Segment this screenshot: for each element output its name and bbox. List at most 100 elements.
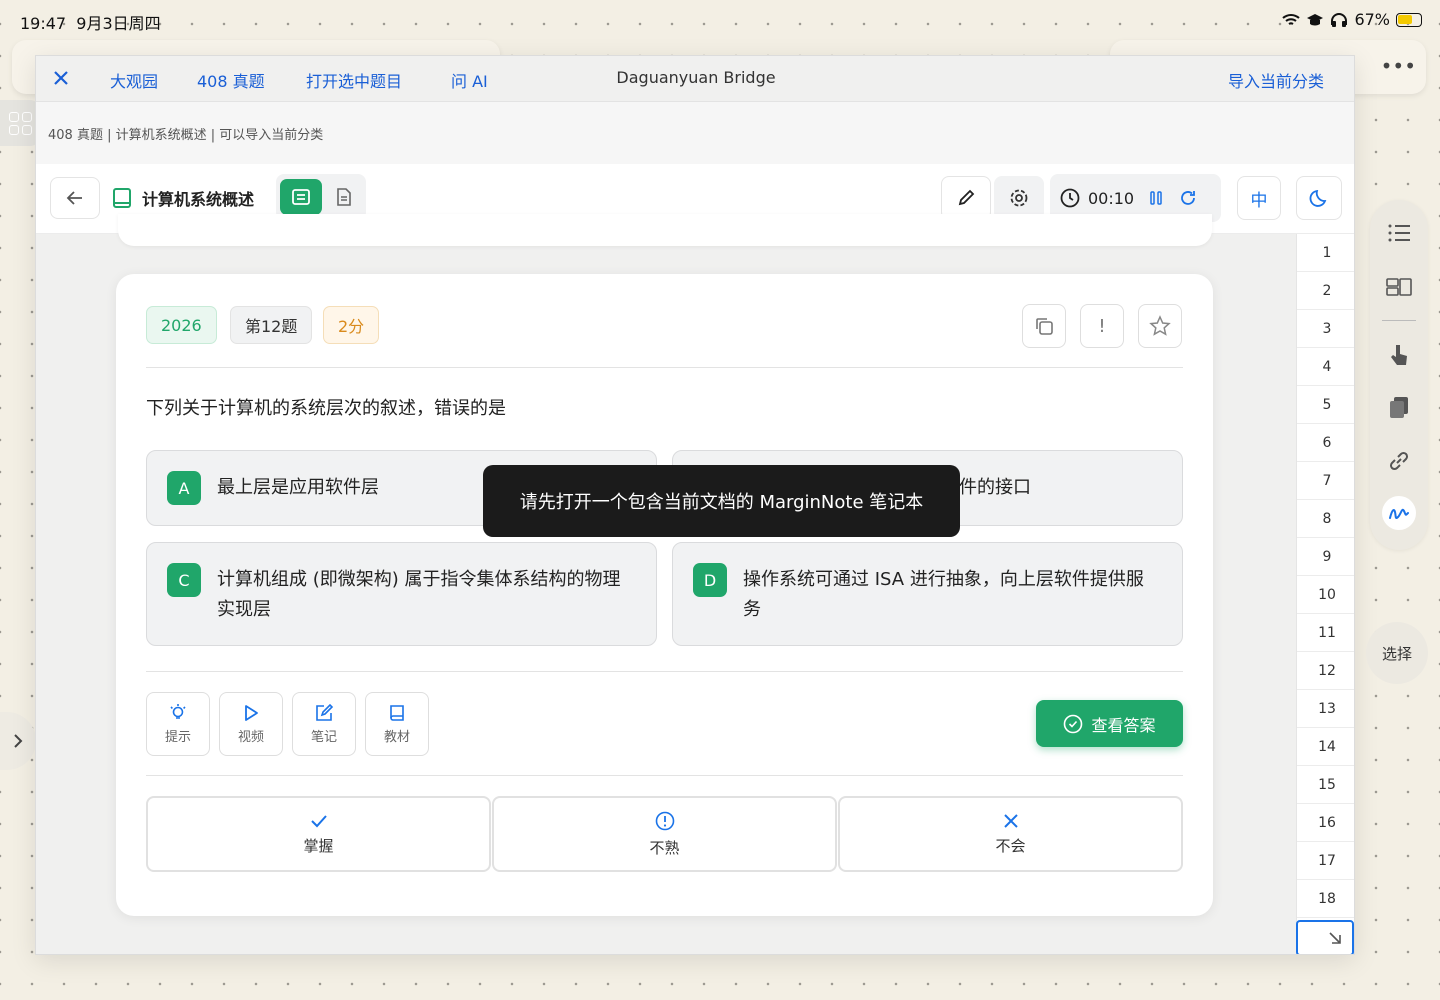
chevron-right-icon (14, 734, 23, 748)
year-tag: 2026 (146, 306, 217, 344)
question-card: 2026 第12题 2分 ! 下列关于计算机的系统层次的叙述，错误的是 A 最上… (116, 274, 1213, 916)
book-icon (113, 188, 131, 208)
outline-button[interactable] (1384, 218, 1414, 248)
previous-question-card (118, 214, 1212, 246)
wifi-icon (1282, 13, 1301, 25)
question-number-item[interactable]: 3 (1297, 310, 1354, 348)
divider (146, 775, 1183, 776)
layout-button[interactable] (1384, 272, 1414, 302)
option-c[interactable]: C 计算机组成 (即微架构) 属于指令集体系结构的物理实现层 (146, 542, 657, 646)
report-button[interactable]: ! (1080, 304, 1124, 348)
hand-pointer-icon (1391, 345, 1407, 365)
panel-topbar: 大观园 408 真题 打开选中题目 问 AI Daguanyuan Bridge… (36, 56, 1354, 102)
question-number-item[interactable]: 18 (1297, 880, 1354, 918)
copy-tool-button[interactable] (1384, 392, 1414, 422)
back-button[interactable] (50, 177, 100, 219)
status-time: 19:47 9月3日周四 (20, 14, 161, 33)
option-d[interactable]: D 操作系统可通过 ISA 进行抽象，向上层软件提供服务 (672, 542, 1183, 646)
status-bar: 19:47 9月3日周四 67% (0, 0, 1440, 38)
question-number-item[interactable]: 13 (1297, 690, 1354, 728)
grade-mastered-button[interactable]: 掌握 (146, 796, 491, 872)
bridge-panel: 大观园 408 真题 打开选中题目 问 AI Daguanyuan Bridge… (35, 55, 1355, 955)
grade-mastered-label: 掌握 (303, 836, 334, 855)
pages-icon (1390, 397, 1408, 418)
gear-icon (1010, 189, 1028, 207)
question-number-item[interactable]: 6 (1297, 424, 1354, 462)
status-icons: 67% (1282, 10, 1422, 29)
question-number-item[interactable]: 14 (1297, 728, 1354, 766)
x-icon (1003, 813, 1018, 828)
resize-handle[interactable] (1296, 920, 1354, 954)
grade-unfamiliar-button[interactable]: 不熟 (492, 796, 837, 872)
copy-button[interactable] (1022, 304, 1066, 348)
list-icon (292, 189, 310, 205)
question-number-item[interactable]: 12 (1297, 652, 1354, 690)
clock-icon (1060, 188, 1080, 208)
divider (146, 671, 1183, 672)
show-answer-button[interactable]: 查看答案 (1036, 700, 1183, 747)
chapter-title: 计算机系统概述 (112, 177, 254, 219)
app-switcher-tab[interactable] (0, 100, 40, 146)
question-number-item[interactable]: 1 (1297, 234, 1354, 272)
option-d-text: 操作系统可通过 ISA 进行抽象，向上层软件提供服务 (743, 569, 1144, 620)
question-number-item[interactable]: 2 (1297, 272, 1354, 310)
copy-icon (1036, 318, 1053, 335)
show-answer-label: 查看答案 (1091, 715, 1156, 735)
question-number-item[interactable]: 15 (1297, 766, 1354, 804)
headphones-icon (1331, 12, 1348, 27)
import-category-link[interactable]: 导入当前分类 (1228, 68, 1324, 92)
check-circle-icon (1064, 714, 1083, 733)
star-icon (1149, 315, 1171, 336)
favorite-button[interactable] (1138, 304, 1182, 348)
question-number-item[interactable]: 9 (1297, 538, 1354, 576)
question-number-item[interactable]: 7 (1297, 462, 1354, 500)
option-c-text: 计算机组成 (即微架构) 属于指令集体系结构的物理实现层 (217, 569, 621, 620)
question-number-item[interactable]: 8 (1297, 500, 1354, 538)
pointer-tool-button[interactable] (1384, 340, 1414, 370)
grade-unfamiliar-label: 不熟 (649, 838, 680, 857)
dark-mode-button[interactable] (1296, 176, 1342, 220)
question-number-item[interactable]: 17 (1297, 842, 1354, 880)
grade-unknown-button[interactable]: 不会 (838, 796, 1183, 872)
host-right-toolbar (1370, 200, 1428, 550)
scribble-tool-button[interactable] (1382, 496, 1416, 530)
pencil-icon (958, 189, 975, 206)
reset-timer-button[interactable] (1178, 188, 1198, 208)
option-d-letter: D (693, 563, 727, 597)
textbook-button[interactable]: 教材 (365, 692, 429, 756)
list-view-button[interactable] (280, 179, 322, 215)
hint-button[interactable]: 提示 (146, 692, 210, 756)
arrow-down-right-icon (1329, 932, 1341, 944)
alert-icon (655, 811, 674, 830)
question-number-item[interactable]: 16 (1297, 804, 1354, 842)
question-number-item[interactable]: 11 (1297, 614, 1354, 652)
note-button[interactable]: 笔记 (292, 692, 356, 756)
link-tool-button[interactable] (1384, 446, 1414, 476)
play-icon (245, 705, 258, 721)
question-number-item[interactable]: 4 (1297, 348, 1354, 386)
list-icon (1388, 224, 1410, 242)
refresh-icon (1181, 191, 1196, 205)
question-number-tag: 第12题 (230, 306, 313, 344)
divider (146, 367, 1183, 368)
battery-icon (1396, 12, 1422, 27)
layout-icon (1386, 278, 1412, 296)
video-label: 视频 (237, 730, 264, 745)
question-scroll-area[interactable]: 2026 第12题 2分 ! 下列关于计算机的系统层次的叙述，错误的是 A 最上… (36, 214, 1296, 954)
question-number-item[interactable]: 10 (1297, 576, 1354, 614)
divider (1382, 320, 1416, 321)
battery-percent: 67% (1354, 10, 1390, 29)
pause-button[interactable] (1148, 190, 1164, 206)
toast-message: 请先打开一个包含当前文档的 MarginNote 笔记本 (483, 465, 960, 537)
expand-left-button[interactable] (0, 712, 36, 770)
select-button[interactable]: 选择 (1366, 622, 1428, 684)
language-button[interactable]: 中 (1237, 176, 1281, 220)
pause-icon (1150, 191, 1162, 205)
document-view-button[interactable] (326, 179, 362, 215)
video-button[interactable]: 视频 (219, 692, 283, 756)
timer-value: 00:10 (1088, 188, 1135, 208)
panel-title: Daguanyuan Bridge (616, 68, 776, 87)
breadcrumb: 408 真题 | 计算机系统概述 | 可以导入当前分类 (36, 102, 1354, 164)
more-dots-icon[interactable]: ••• (1381, 54, 1416, 78)
question-number-item[interactable]: 5 (1297, 386, 1354, 424)
